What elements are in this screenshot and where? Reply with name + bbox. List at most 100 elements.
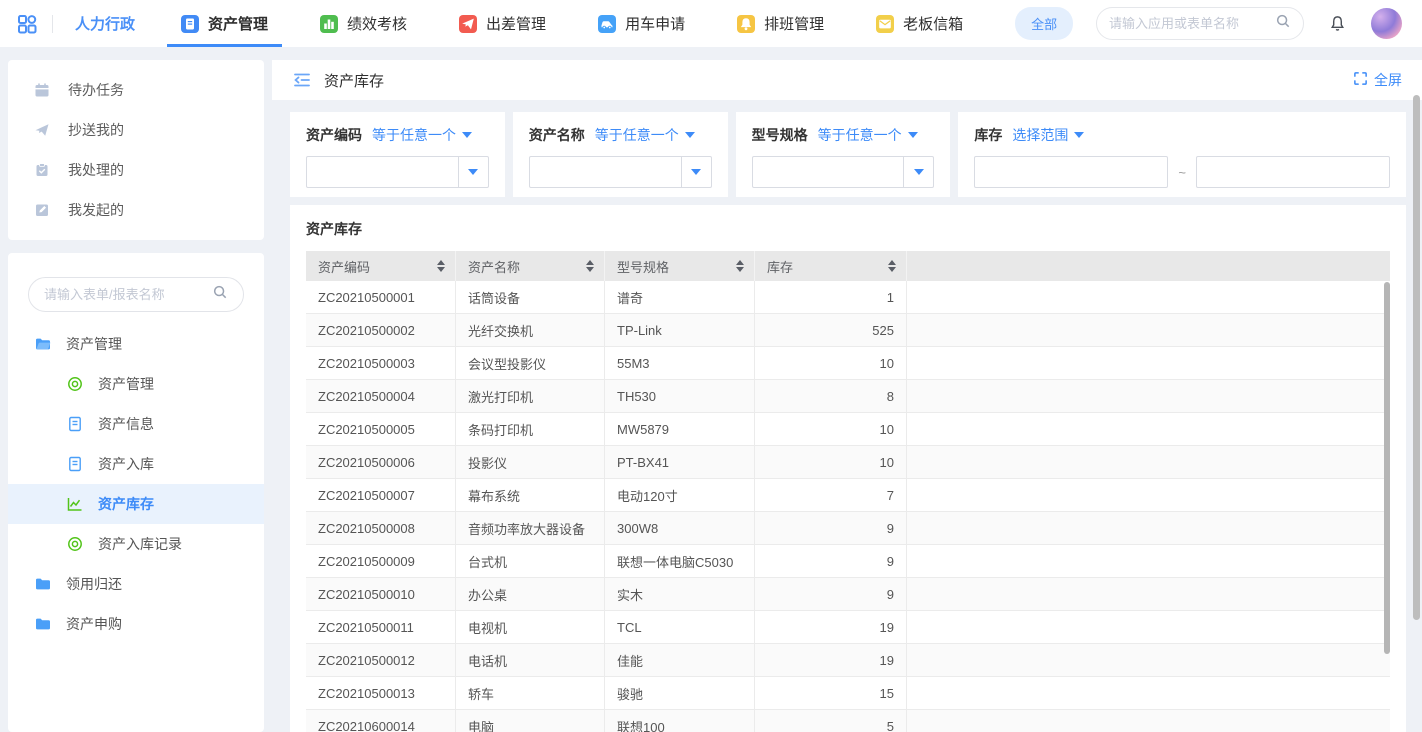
cell-资产编码: ZC20210500009 [306, 545, 456, 577]
app-search[interactable] [1096, 7, 1304, 40]
tree-item-资产管理[interactable]: 资产管理 [8, 324, 264, 364]
tree-item-label: 资产入库记录 [98, 534, 182, 554]
notification-bell-icon[interactable] [1328, 14, 1347, 33]
table-scrollbar-thumb[interactable] [1384, 282, 1390, 654]
avatar[interactable] [1371, 8, 1402, 39]
filter-head: 库存选择范围 [974, 125, 1390, 145]
column-header-资产名称[interactable]: 资产名称 [456, 251, 605, 281]
all-apps-button[interactable]: 全部 [1015, 7, 1073, 40]
column-header-库存[interactable]: 库存 [755, 251, 907, 281]
table-row[interactable]: ZC20210500001话筒设备谱奇1 [306, 281, 1390, 314]
sort-icon[interactable] [437, 260, 445, 272]
form-search[interactable] [28, 277, 244, 312]
sort-desc-icon [736, 267, 744, 272]
cell-资产编码: ZC20210500010 [306, 578, 456, 610]
select-arrow[interactable] [458, 157, 488, 187]
tab-老板信箱[interactable]: 老板信箱 [876, 0, 963, 47]
sort-asc-icon [736, 260, 744, 265]
workspace-title[interactable]: 人力行政 [75, 13, 135, 34]
column-header-label: 型号规格 [617, 257, 669, 276]
sidebar-item-待办任务[interactable]: 待办任务 [8, 70, 264, 110]
collapse-sidebar-icon[interactable] [292, 70, 312, 90]
tree-item-领用归还[interactable]: 领用归还 [8, 564, 264, 604]
sidebar-item-抄送我的[interactable]: 抄送我的 [8, 110, 264, 150]
filter-operator-label: 等于任意一个 [595, 125, 679, 145]
cell-库存: 10 [755, 413, 907, 445]
sidebar-item-label: 我发起的 [68, 200, 124, 220]
tree-item-label: 资产信息 [98, 414, 154, 434]
sort-asc-icon [586, 260, 594, 265]
sidebar-item-我发起的[interactable]: 我发起的 [8, 190, 264, 230]
cell-filler [907, 644, 1390, 676]
sort-icon[interactable] [736, 260, 744, 272]
chevron-down-icon [908, 132, 918, 138]
tree-item-资产信息[interactable]: 资产信息 [8, 404, 264, 444]
chevron-down-icon [462, 132, 472, 138]
app-search-input[interactable] [1109, 16, 1269, 31]
sort-icon[interactable] [586, 260, 594, 272]
filter-label: 资产名称 [529, 125, 585, 145]
cell-型号规格: 电动120寸 [605, 479, 755, 511]
tab-用车申请[interactable]: 用车申请 [598, 0, 685, 47]
select-arrow[interactable] [681, 157, 711, 187]
cell-资产名称: 轿车 [456, 677, 605, 709]
table-row[interactable]: ZC20210500012电话机佳能19 [306, 644, 1390, 677]
tab-资产管理[interactable]: 资产管理 [181, 0, 268, 47]
sort-icon[interactable] [888, 260, 896, 272]
tree-item-资产入库记录[interactable]: 资产入库记录 [8, 524, 264, 564]
cell-资产编码: ZC20210500012 [306, 644, 456, 676]
select-arrow[interactable] [903, 157, 933, 187]
table-row[interactable]: ZC20210500005条码打印机MW587910 [306, 413, 1390, 446]
tree-item-资产申购[interactable]: 资产申购 [8, 604, 264, 644]
column-header-资产编码[interactable]: 资产编码 [306, 251, 456, 281]
filter-operator[interactable]: 等于任意一个 [595, 125, 695, 145]
clipboard-icon [33, 161, 51, 179]
tree-item-资产管理[interactable]: 资产管理 [8, 364, 264, 404]
table-row[interactable]: ZC20210500002光纤交换机TP-Link525 [306, 314, 1390, 347]
tab-绩效考核[interactable]: 绩效考核 [320, 0, 407, 47]
cell-资产名称: 办公桌 [456, 578, 605, 610]
table-row[interactable]: ZC20210500008音频功率放大器设备300W89 [306, 512, 1390, 545]
filter-operator[interactable]: 等于任意一个 [818, 125, 918, 145]
tab-出差管理[interactable]: 出差管理 [459, 0, 546, 47]
sort-desc-icon [888, 267, 896, 272]
tab-排班管理[interactable]: 排班管理 [737, 0, 824, 47]
fullscreen-button[interactable]: 全屏 [1353, 70, 1402, 90]
table-row[interactable]: ZC20210500010办公桌实木9 [306, 578, 1390, 611]
range-max-input[interactable] [1196, 156, 1390, 188]
table-row[interactable]: ZC20210500003会议型投影仪55M310 [306, 347, 1390, 380]
table-row[interactable]: ZC20210500011电视机TCL19 [306, 611, 1390, 644]
cell-filler [907, 578, 1390, 610]
filter-control: ~ [974, 156, 1390, 188]
table-row[interactable]: ZC20210500007幕布系统电动120寸7 [306, 479, 1390, 512]
column-header-型号规格[interactable]: 型号规格 [605, 251, 755, 281]
cell-库存: 8 [755, 380, 907, 412]
table-row[interactable]: ZC20210500004激光打印机TH5308 [306, 380, 1390, 413]
search-icon [1275, 13, 1291, 34]
cell-资产编码: ZC20210500008 [306, 512, 456, 544]
table-row[interactable]: ZC20210500009台式机联想一体电脑C50309 [306, 545, 1390, 578]
table-row[interactable]: ZC20210500013轿车骏驰15 [306, 677, 1390, 710]
filter-operator-label: 等于任意一个 [372, 125, 456, 145]
table-row[interactable]: ZC20210600014电脑联想1005 [306, 710, 1390, 732]
top-nav: 人力行政 资产管理 绩效考核 出差管理 用车申请 排班管理 老板信箱 全部 [0, 0, 1422, 47]
main-header: 资产库存 全屏 [272, 60, 1422, 100]
main-area: 资产库存 全屏 资产编码等于任意一个资产名称等于任意一个型号规格等于任意一个库存… [272, 60, 1422, 732]
filter-operator[interactable]: 等于任意一个 [372, 125, 472, 145]
filter-select[interactable] [306, 156, 489, 188]
cell-库存: 9 [755, 545, 907, 577]
table-row[interactable]: ZC20210500006投影仪PT-BX4110 [306, 446, 1390, 479]
tree-item-资产库存[interactable]: 资产库存 [8, 484, 264, 524]
range-min-input[interactable] [974, 156, 1168, 188]
filter-select[interactable] [752, 156, 935, 188]
page-scrollbar-thumb[interactable] [1413, 95, 1420, 620]
filter-select[interactable] [529, 156, 712, 188]
form-search-input[interactable] [44, 287, 204, 302]
workbench-grid-icon[interactable] [16, 13, 38, 35]
tree-item-label: 资产管理 [66, 334, 122, 354]
cell-型号规格: MW5879 [605, 413, 755, 445]
filter-operator[interactable]: 选择范围 [1012, 125, 1084, 145]
sidebar-item-我处理的[interactable]: 我处理的 [8, 150, 264, 190]
tree-item-资产入库[interactable]: 资产入库 [8, 444, 264, 484]
table-body: ZC20210500001话筒设备谱奇1ZC20210500002光纤交换机TP… [306, 281, 1390, 732]
